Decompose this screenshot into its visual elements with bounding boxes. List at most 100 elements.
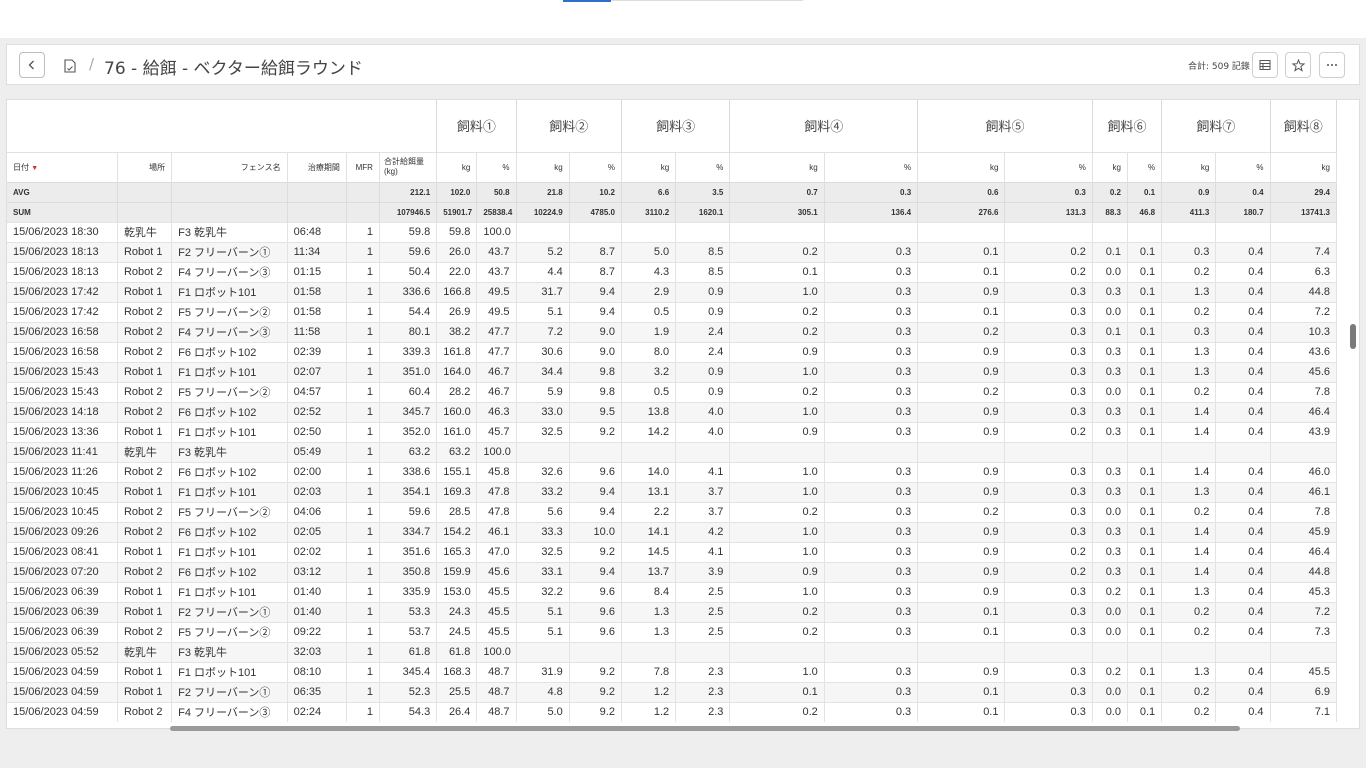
table-cell: 01:40 (287, 601, 347, 622)
table-row[interactable]: 15/06/2023 15:43 Robot 1 F1 ロボット101 02:07 1 3… (7, 361, 1338, 382)
table-row[interactable]: 15/06/2023 11:41 乾乳牛 F3 乾乳牛 05:49 1 63.2 63.2 1… (7, 441, 1338, 462)
table-cell: 03:12 (287, 561, 347, 582)
horizontal-scrollbar[interactable] (170, 726, 1240, 731)
table-row[interactable]: 15/06/2023 10:45 Robot 1 F1 ロボット101 02:03 1 3… (7, 481, 1338, 502)
column-header-kg[interactable]: kg (917, 151, 1006, 182)
table-cell: 0.3 (824, 701, 919, 722)
table-row[interactable]: 15/06/2023 18:30 乾乳牛 F3 乾乳牛 06:48 1 59.8 59.8 1… (7, 221, 1338, 242)
table-row[interactable]: 15/06/2023 06:39 Robot 1 F1 ロボット101 01:40 1 3… (7, 581, 1338, 602)
column-header-kg[interactable]: kg (1270, 151, 1338, 182)
column-header-kg[interactable]: kg (436, 151, 478, 182)
table-row[interactable]: 15/06/2023 13:36 Robot 1 F1 ロボット101 02:50 1 3… (7, 421, 1338, 442)
table-cell: 0.1 (729, 261, 825, 282)
table-cell: 15/06/2023 04:59 (7, 661, 118, 682)
column-header-total[interactable]: 合計給餌量 (kg) (379, 151, 438, 182)
table-cell (1270, 641, 1338, 662)
table-cell: 334.7 (379, 521, 438, 542)
table-cell: 2.5 (675, 601, 731, 622)
more-options-button[interactable] (1319, 52, 1345, 78)
feeding-table: 飼料① 飼料② 飼料③ 飼料④ 飼料⑤ 飼料⑥ 飼料⑦ 飼料⑧ 日付 ▼ 場所 … (7, 100, 1338, 722)
table-cell (516, 221, 570, 242)
table-row[interactable]: 15/06/2023 17:42 Robot 2 F5 フリーバーン② 01:58 1 5… (7, 301, 1338, 322)
table-cell: 0.4 (1215, 661, 1271, 682)
table-row[interactable]: 15/06/2023 10:45 Robot 2 F5 フリーバーン② 04:06 1 5… (7, 501, 1338, 522)
column-header-mfr[interactable]: MFR (346, 151, 380, 182)
table-row[interactable]: 15/06/2023 15:43 Robot 2 F5 フリーバーン② 04:57 1 6… (7, 381, 1338, 402)
avg-value: 0.3 (1004, 181, 1093, 202)
table-cell: 3.7 (675, 481, 731, 502)
table-cell: 0.1 (1127, 581, 1163, 602)
table-row[interactable]: 15/06/2023 04:59 Robot 1 F1 ロボット101 08:10 1 3… (7, 661, 1338, 682)
table-cell: 14.2 (621, 421, 677, 442)
table-cell: 8.5 (675, 261, 731, 282)
column-header-kg[interactable]: kg (516, 151, 570, 182)
table-cell: 0.4 (1215, 321, 1271, 342)
table-cell (729, 641, 825, 662)
column-header-pct[interactable]: % (1127, 151, 1163, 182)
table-cell: 46.4 (1270, 541, 1338, 562)
table-cell: 26.9 (436, 301, 478, 322)
column-header-kg[interactable]: kg (1092, 151, 1128, 182)
table-cell: 0.4 (1215, 421, 1271, 442)
table-row[interactable]: 15/06/2023 09:26 Robot 2 F6 ロボット102 02:05 1 3… (7, 521, 1338, 542)
table-row[interactable]: 15/06/2023 18:13 Robot 2 F4 フリーバーン③ 01:15 1 5… (7, 261, 1338, 282)
column-header-pct[interactable]: % (1004, 151, 1093, 182)
table-view-button[interactable] (1252, 52, 1278, 78)
column-header-kg[interactable]: kg (1161, 151, 1217, 182)
table-cell: 0.3 (1092, 541, 1128, 562)
table-cell: 14.5 (621, 541, 677, 562)
table-row[interactable]: 15/06/2023 14:18 Robot 2 F6 ロボット102 02:52 1 3… (7, 401, 1338, 422)
empty-cell (171, 181, 288, 202)
table-cell: 0.0 (1092, 681, 1128, 702)
table-cell: 100.0 (476, 441, 517, 462)
table-cell: 1.3 (1161, 481, 1217, 502)
vertical-scrollbar[interactable] (1350, 324, 1356, 349)
table-cell: 0.1 (917, 621, 1006, 642)
column-header-pct[interactable]: % (1215, 151, 1271, 182)
column-header-pct[interactable]: % (824, 151, 919, 182)
table-row[interactable]: 15/06/2023 18:13 Robot 1 F2 フリーバーン① 11:34 1 5… (7, 241, 1338, 262)
table-row[interactable]: 15/06/2023 07:20 Robot 2 F6 ロボット102 03:12 1 3… (7, 561, 1338, 582)
column-header-kg[interactable]: kg (729, 151, 825, 182)
table-cell: 11:34 (287, 241, 347, 262)
table-cell (1215, 641, 1271, 662)
table-row[interactable]: 15/06/2023 04:59 Robot 1 F2 フリーバーン① 06:35 1 5… (7, 681, 1338, 702)
table-cell: 59.8 (436, 221, 478, 242)
column-header-place[interactable]: 場所 (117, 151, 173, 182)
favorite-button[interactable] (1285, 52, 1311, 78)
table-cell: 1 (346, 561, 380, 582)
page-title: 76 - 給餌 - ベクター給餌ラウンド (104, 59, 363, 79)
back-button[interactable] (19, 52, 45, 78)
table-row[interactable]: 15/06/2023 11:26 Robot 2 F6 ロボット102 02:00 1 3… (7, 461, 1338, 482)
table-row[interactable]: 15/06/2023 16:58 Robot 2 F6 ロボット102 02:39 1 3… (7, 341, 1338, 362)
table-row[interactable]: 15/06/2023 16:58 Robot 2 F4 フリーバーン③ 11:58 1 8… (7, 321, 1338, 342)
table-row[interactable]: 15/06/2023 05:52 乾乳牛 F3 乾乳牛 32:03 1 61.8 61.8 1… (7, 641, 1338, 662)
table-cell: 0.3 (1004, 281, 1093, 302)
table-cell: 02:02 (287, 541, 347, 562)
table-cell: 80.1 (379, 321, 438, 342)
column-header-date[interactable]: 日付 ▼ (7, 151, 118, 182)
feed-group-header: 飼料④ (729, 100, 919, 152)
table-cell: 0.1 (729, 681, 825, 702)
table-cell: Robot 1 (117, 661, 173, 682)
table-row[interactable]: 15/06/2023 06:39 Robot 2 F5 フリーバーン② 09:22 1 5… (7, 621, 1338, 642)
table-cell: F5 フリーバーン② (171, 621, 288, 642)
table-cell: 38.2 (436, 321, 478, 342)
sum-value: 305.1 (729, 201, 825, 222)
column-header-pct[interactable]: % (569, 151, 622, 182)
column-header-pct[interactable]: % (675, 151, 731, 182)
column-header-kg[interactable]: kg (621, 151, 677, 182)
empty-cell (117, 181, 173, 202)
column-header-fence[interactable]: フェンス名 (171, 151, 288, 182)
table-cell: 2.5 (675, 581, 731, 602)
table-cell: 28.2 (436, 381, 478, 402)
table-row[interactable]: 15/06/2023 06:39 Robot 1 F2 フリーバーン① 01:40 1 5… (7, 601, 1338, 622)
table-cell: 1.0 (729, 541, 825, 562)
column-header-pct[interactable]: % (476, 151, 517, 182)
table-row[interactable]: 15/06/2023 17:42 Robot 1 F1 ロボット101 01:58 1 3… (7, 281, 1338, 302)
column-header-period[interactable]: 治療期間 (287, 151, 347, 182)
table-row[interactable]: 15/06/2023 04:59 Robot 2 F4 フリーバーン③ 02:24 1 5… (7, 701, 1338, 722)
table-cell: 0.0 (1092, 301, 1128, 322)
table-cell: 5.0 (621, 241, 677, 262)
table-row[interactable]: 15/06/2023 08:41 Robot 1 F1 ロボット101 02:02 1 3… (7, 541, 1338, 562)
